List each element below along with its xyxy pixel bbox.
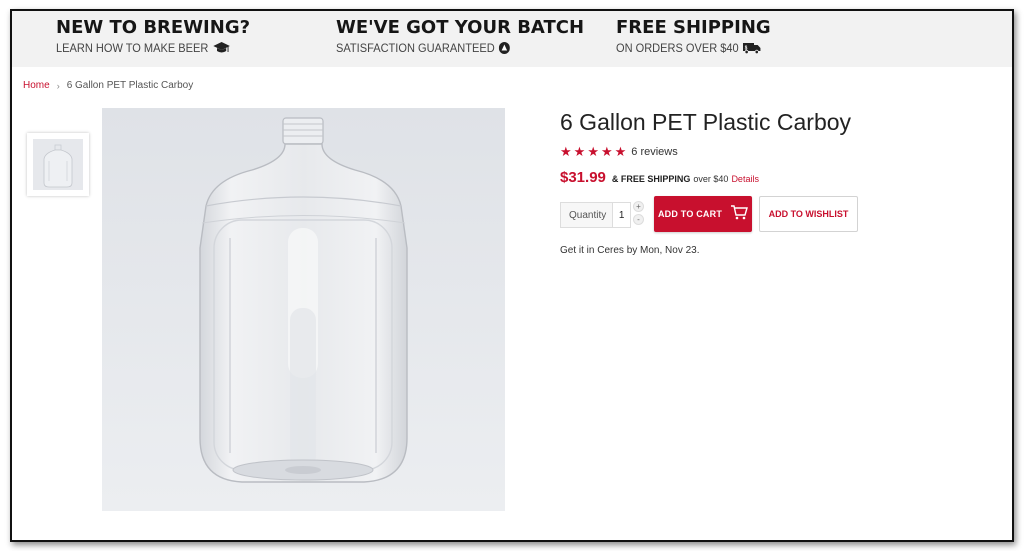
free-shipping-threshold: over $40	[693, 174, 729, 184]
star-icon: ★	[573, 144, 586, 159]
star-icon: ★	[614, 144, 627, 159]
breadcrumb-current: 6 Gallon PET Plastic Carboy	[66, 80, 194, 91]
promo-banner: NEW TO BREWING? LEARN HOW TO MAKE BEER W…	[12, 11, 1012, 67]
truck-icon: $	[743, 42, 761, 54]
promo-subtitle-row: ON ORDERS OVER $40 $	[616, 41, 762, 55]
quantity-stepper[interactable]: + -	[633, 201, 644, 225]
promo-title: WE'VE GOT YOUR BATCH	[336, 17, 585, 38]
product-main-image[interactable]	[102, 108, 505, 511]
star-icon: ★	[587, 144, 599, 159]
shipping-details-link[interactable]: Details	[731, 174, 759, 184]
product-title: 6 Gallon PET Plastic Carboy	[560, 109, 852, 135]
breadcrumb: Home › 6 Gallon PET Plastic Carboy	[23, 80, 193, 91]
cart-icon	[730, 204, 748, 225]
svg-text:$: $	[745, 45, 748, 51]
thumbnail-image	[33, 139, 83, 190]
quantity-label: Quantity	[569, 209, 607, 221]
add-to-wishlist-label: ADD TO WISHLIST	[768, 209, 849, 219]
breadcrumb-separator: ›	[56, 80, 60, 91]
promo-subtitle: SATISFACTION GUARANTEED	[336, 41, 495, 55]
quantity-decrement-button[interactable]: -	[633, 214, 644, 225]
promo-subtitle-row: SATISFACTION GUARANTEED	[336, 41, 564, 55]
free-shipping-label: & FREE SHIPPING	[611, 174, 691, 184]
promo-title: NEW TO BREWING?	[56, 17, 251, 38]
add-to-wishlist-button[interactable]: ADD TO WISHLIST	[759, 196, 858, 232]
price-row: $31.99 & FREE SHIPPING over $40 Details	[560, 169, 759, 186]
promo-title: FREE SHIPPING	[616, 17, 771, 38]
product-price: $31.99	[560, 169, 606, 186]
quantity-input[interactable]: 1	[612, 203, 630, 227]
star-icon: ★	[600, 144, 613, 159]
add-to-cart-label: ADD TO CART	[657, 209, 723, 219]
browser-frame: NEW TO BREWING? LEARN HOW TO MAKE BEER W…	[10, 9, 1014, 542]
quantity-increment-button[interactable]: +	[633, 201, 644, 212]
star-icon: ★	[560, 144, 572, 159]
delivery-estimate: Get it in Ceres by Mon, Nov 23.	[560, 245, 700, 256]
promo-satisfaction[interactable]: WE'VE GOT YOUR BATCH SATISFACTION GUARAN…	[336, 17, 584, 55]
quantity-field[interactable]: Quantity 1	[560, 202, 631, 228]
promo-subtitle: ON ORDERS OVER $40	[616, 41, 739, 55]
graduation-cap-icon	[212, 42, 230, 54]
add-to-cart-button[interactable]: ADD TO CART	[654, 196, 752, 232]
promo-free-shipping[interactable]: FREE SHIPPING ON ORDERS OVER $40 $	[616, 17, 774, 55]
product-thumbnail[interactable]	[27, 133, 89, 196]
promo-new-to-brewing[interactable]: NEW TO BREWING? LEARN HOW TO MAKE BEER	[56, 17, 250, 55]
reviews-link[interactable]: 6 reviews	[631, 146, 677, 158]
promo-subtitle: LEARN HOW TO MAKE BEER	[56, 41, 209, 55]
breadcrumb-home-link[interactable]: Home	[23, 80, 50, 91]
promo-subtitle-row: LEARN HOW TO MAKE BEER	[56, 41, 235, 55]
product-rating[interactable]: ★ ★ ★ ★ ★ 6 reviews	[560, 145, 678, 158]
badge-icon	[499, 42, 511, 54]
